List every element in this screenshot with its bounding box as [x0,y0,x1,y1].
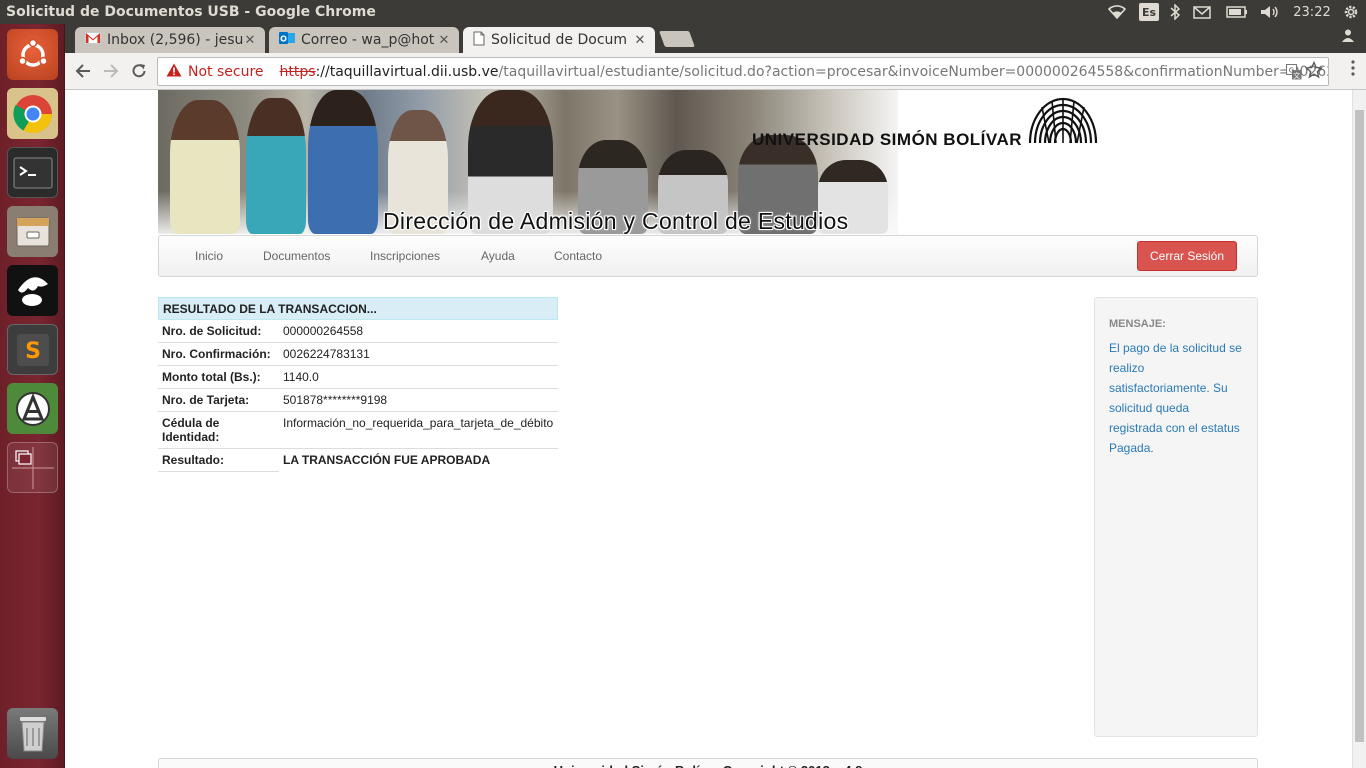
tab-solicitud[interactable]: Solicitud de Docum ✕ [463,27,655,53]
tab-correo[interactable]: O Correo - wa_p@hot ✕ [269,27,459,53]
svg-text:文: 文 [1293,71,1300,80]
main-navbar: Inicio Documentos Inscripciones Ayuda Co… [158,235,1258,277]
svg-text:O: O [280,35,287,44]
security-label: Not secure [188,63,264,80]
logout-button[interactable]: Cerrar Sesión [1137,241,1237,271]
page-viewport: UNIVERSIDAD SIMÓN BOLÍVAR Dirección de A… [65,90,1352,768]
sublime-text-icon[interactable]: S [7,324,58,375]
reload-icon[interactable] [127,59,151,83]
row-value: 000000264558 [283,324,364,338]
tab-strip: Inbox (2,596) - jesus ✕ O Correo - wa_p@… [65,24,1366,53]
clock[interactable]: 23:22 [1290,0,1334,24]
table-row: Nro. de Solicitud: 000000264558 [158,320,558,343]
outlook-icon: O [279,30,295,50]
gmail-icon [85,32,101,48]
warning-triangle-icon [166,63,182,81]
row-value: 0026224783131 [283,347,370,361]
row-label: Nro. Confirmación: [162,347,271,361]
url-scheme: https [279,63,316,80]
message-title: MENSAJE: [1109,318,1166,330]
nav-inicio[interactable]: Inicio [195,249,223,263]
tab-label: Inbox (2,596) - jesus [107,32,243,48]
table-row: Nro. Confirmación: 0026224783131 [158,343,558,366]
close-tab-icon[interactable]: ✕ [243,33,257,48]
row-value: 501878********9198 [283,393,388,407]
browser-toolbar: Not secure https://taquillavirtual.dii.u… [65,53,1366,90]
usb-logo [1026,95,1098,150]
software-updater-icon[interactable] [7,383,58,434]
profile-icon[interactable] [1338,28,1358,46]
nav-contacto[interactable]: Contacto [554,249,602,263]
browser-window: Inbox (2,596) - jesus ✕ O Correo - wa_p@… [65,24,1366,768]
page-icon [473,31,485,50]
terminal-icon[interactable] [7,147,58,198]
browser-menu-icon[interactable] [1350,59,1356,81]
message-panel: MENSAJE: El pago de la solicitud se real… [1094,297,1258,737]
row-value: 1140.0 [283,370,319,384]
battery-icon[interactable] [1224,0,1250,24]
message-text: El pago de la solicitud se realizo satis… [1109,341,1242,455]
university-name: UNIVERSIDAD SIMÓN BOLÍVAR [752,130,1023,149]
table-row: Cédula de Identidad: Información_no_requ… [158,412,558,449]
result-header: RESULTADO DE LA TRANSACCION... [158,297,558,320]
window-title: Solicitud de Documentos USB - Google Chr… [6,4,376,20]
row-label: Nro. de Tarjeta: [162,393,250,407]
trash-icon[interactable] [7,708,58,759]
nav-ayuda[interactable]: Ayuda [481,249,515,263]
inkscape-icon[interactable] [7,265,58,316]
address-bar[interactable]: Not secure https://taquillavirtual.dii.u… [157,57,1329,86]
forward-arrow-icon[interactable] [99,59,123,83]
row-value: LA TRANSACCIÓN FUE APROBADA [283,453,491,467]
chrome-icon[interactable] [7,88,58,139]
wifi-icon[interactable] [1106,0,1128,24]
not-secure-chip[interactable]: Not secure [158,63,264,81]
bluetooth-icon[interactable] [1167,0,1183,24]
header-banner: UNIVERSIDAD SIMÓN BOLÍVAR Dirección de A… [158,90,1098,234]
bookmark-star-icon[interactable] [1304,60,1324,83]
close-tab-icon[interactable]: ✕ [633,33,647,48]
transaction-result-table: RESULTADO DE LA TRANSACCION... Nro. de S… [158,297,558,472]
files-icon[interactable] [7,206,58,257]
tab-label: Solicitud de Docum [491,32,628,48]
svg-text:S: S [25,339,41,364]
keyboard-layout-indicator[interactable]: Es [1139,3,1159,21]
mail-icon[interactable] [1190,0,1214,24]
url-path: /taquillavirtual/estudiante/solicitud.do… [498,63,1329,80]
row-label: Monto total (Bs.): [162,370,261,384]
close-tab-icon[interactable]: ✕ [437,33,451,48]
ubuntu-dash-icon[interactable] [7,29,58,80]
vertical-scrollbar[interactable] [1352,90,1366,768]
volume-icon[interactable] [1258,0,1282,24]
new-tab-button[interactable] [659,31,695,47]
table-row: Resultado: LA TRANSACCIÓN FUE APROBADA [158,449,558,472]
back-arrow-icon[interactable] [71,59,95,83]
nav-documentos[interactable]: Documentos [263,249,330,263]
row-label: Resultado: [158,449,279,472]
tab-label: Correo - wa_p@hot [301,32,435,48]
page-footer: Universidad Simón Bolívar Copyright © 20… [158,758,1258,768]
scrollbar-thumb[interactable] [1355,110,1364,742]
table-row: Nro. de Tarjeta: 501878********9198 [158,389,558,412]
row-value: Información_no_requerida_para_tarjeta_de… [283,416,554,430]
banner-subtitle: Dirección de Admisión y Control de Estud… [383,208,849,234]
top-panel: Solicitud de Documentos USB - Google Chr… [0,0,1366,24]
settings-gear-icon[interactable] [1340,0,1362,24]
nav-inscripciones[interactable]: Inscripciones [370,249,440,263]
workspace-switcher-icon[interactable] [7,442,58,493]
row-label: Nro. de Solicitud: [162,324,262,338]
row-label: Cédula de Identidad: [162,416,220,444]
table-row: Monto total (Bs.): 1140.0 [158,366,558,389]
launcher: S [0,24,65,768]
translate-icon[interactable]: G文 [1286,64,1302,84]
tab-inbox[interactable]: Inbox (2,596) - jesus ✕ [75,27,265,53]
url-host: ://taquillavirtual.dii.usb.ve [315,63,499,80]
